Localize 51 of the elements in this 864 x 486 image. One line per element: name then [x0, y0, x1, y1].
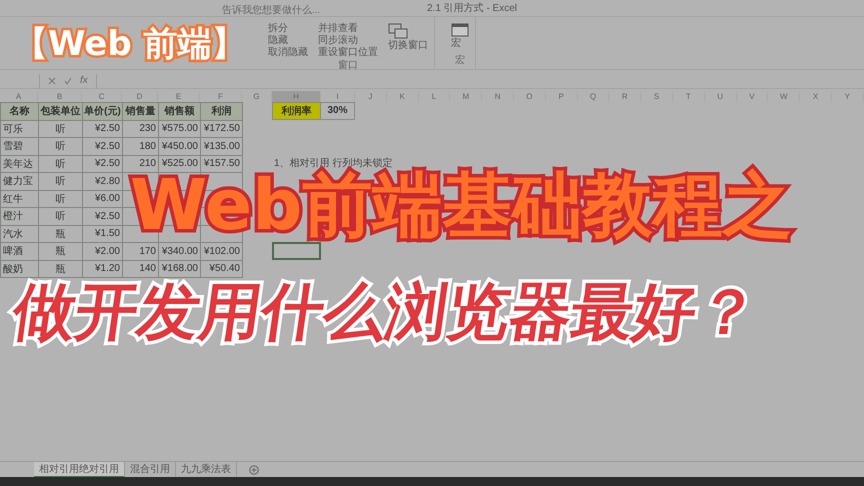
group-label: 窗口 [338, 58, 358, 72]
column-header[interactable]: N [482, 91, 514, 102]
group-label: 宏 [455, 54, 465, 67]
search-hint[interactable]: 告诉我您想要做什么... [222, 3, 320, 17]
column-header[interactable]: R [609, 91, 642, 102]
insert-function-button[interactable]: fx [80, 75, 88, 86]
table-cell: 酸奶 [0, 260, 39, 278]
selected-cell[interactable] [272, 242, 321, 260]
macro-button[interactable]: 宏 [451, 38, 469, 49]
column-header[interactable]: P [546, 91, 578, 102]
ribbon-option[interactable]: 同步滚动 [318, 35, 378, 46]
column-header[interactable]: K [386, 91, 419, 102]
add-sheet-icon[interactable] [249, 464, 259, 474]
windows-icon [388, 23, 408, 39]
column-header[interactable]: Y [832, 91, 864, 102]
rate-label: 利润率 [272, 102, 321, 120]
column-header[interactable]: L [418, 91, 450, 102]
column-header[interactable]: U [704, 91, 737, 102]
header-cell: 销售额 [158, 102, 201, 120]
ribbon-option[interactable]: 并排查看 [318, 23, 378, 34]
macro-icon [451, 23, 469, 37]
banner-subtitle: 做开发用什么浏览器最好？ [9, 278, 763, 346]
note-text: 1、相对引用 行列均未锁定 [273, 156, 394, 170]
rate-value: 30% [321, 102, 355, 120]
header-cell: 销售量 [122, 102, 159, 120]
column-header[interactable]: M [450, 91, 482, 102]
ribbon-option[interactable]: 拆分 [268, 23, 308, 34]
sheet-tab[interactable]: 相对引用绝对引用 [34, 462, 125, 478]
cancel-icon[interactable] [48, 76, 56, 84]
column-header[interactable]: T [672, 91, 705, 102]
header-cell: 名称 [0, 102, 39, 120]
check-icon[interactable] [64, 76, 72, 84]
ribbon-option[interactable]: 隐藏 [268, 35, 308, 46]
header-cell: 利润 [200, 102, 243, 120]
banner-title: Web前端基础教程之 [130, 170, 792, 240]
ribbon-option[interactable]: 重设窗口位置 [318, 47, 378, 58]
column-header[interactable]: V [736, 91, 768, 102]
table-cell: ¥50.40 [200, 260, 243, 278]
column-header[interactable]: J [355, 91, 387, 102]
column-header[interactable]: X [800, 91, 832, 102]
window-title: 2.1 引用方式 - Excel [426, 2, 518, 15]
banner-tag: 【Web 前端】 [14, 26, 246, 64]
column-header[interactable]: O [514, 91, 546, 102]
switch-window-button[interactable]: 切换窗口 [388, 40, 428, 51]
column-header[interactable]: Q [578, 91, 610, 102]
ribbon-option[interactable]: 取消隐藏 [268, 47, 308, 58]
header-cell: 单价(元) [82, 102, 123, 120]
column-header[interactable]: S [641, 91, 673, 102]
column-header[interactable]: I [321, 91, 355, 102]
column-header[interactable]: W [768, 91, 800, 102]
header-cell: 包装单位 [38, 102, 83, 120]
